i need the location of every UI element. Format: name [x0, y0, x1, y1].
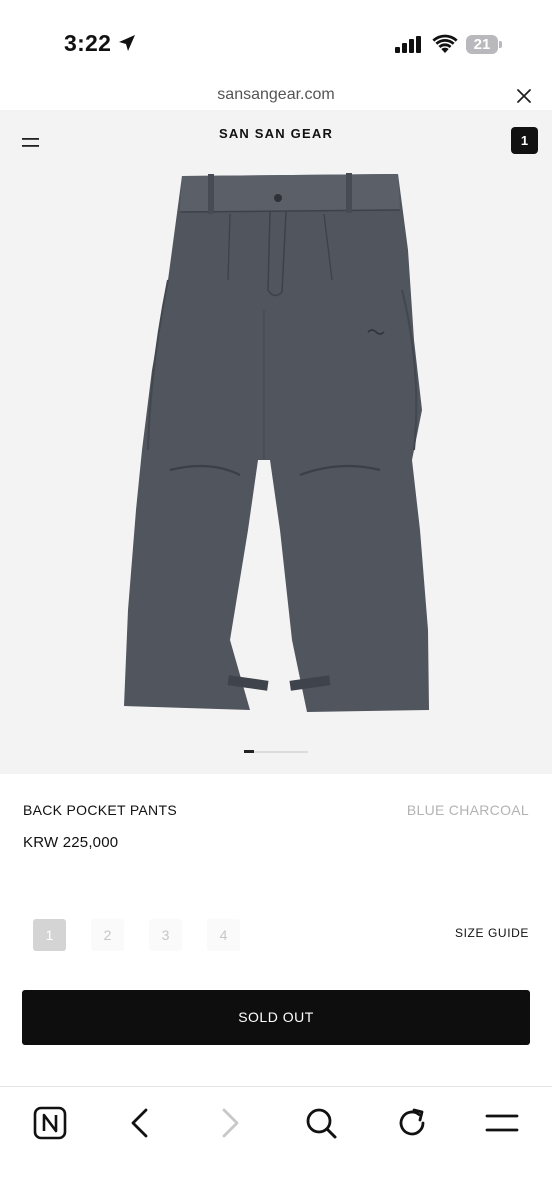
product-image[interactable]	[110, 170, 440, 730]
n-logo-icon[interactable]	[30, 1105, 70, 1141]
battery-level: 21	[473, 36, 491, 53]
status-time: 3:22	[64, 30, 112, 56]
size-guide-link[interactable]: SIZE GUIDE	[455, 926, 529, 940]
location-arrow-icon	[119, 35, 135, 51]
reload-icon[interactable]	[392, 1105, 432, 1141]
size-option-2[interactable]: 2	[91, 919, 124, 951]
battery-icon: 21	[466, 35, 502, 55]
carousel-indicator	[244, 750, 308, 753]
sold-out-button[interactable]: SOLD OUT	[22, 990, 530, 1045]
product-gallery: SAN SAN GEAR 1	[0, 110, 552, 774]
size-option-3[interactable]: 3	[149, 919, 182, 951]
product-color: BLUE CHARCOAL	[406, 802, 529, 818]
search-icon[interactable]	[301, 1105, 341, 1141]
signal-icon	[395, 36, 421, 53]
product-name: BACK POCKET PANTS	[23, 802, 177, 818]
cart-button[interactable]: 1	[511, 127, 538, 154]
browser-toolbar	[0, 1086, 552, 1201]
carousel-active-dot	[244, 750, 254, 753]
menu-icon[interactable]	[482, 1105, 522, 1141]
forward-icon[interactable]	[210, 1105, 250, 1141]
url-bar[interactable]: sansangear.com	[0, 80, 552, 110]
back-icon[interactable]	[120, 1105, 160, 1141]
brand-logo[interactable]: SAN SAN GEAR	[0, 126, 552, 141]
product-price: KRW 225,000	[23, 834, 119, 851]
status-bar: 3:22 21	[0, 0, 552, 80]
size-option-4[interactable]: 4	[207, 919, 240, 951]
wifi-icon	[432, 34, 458, 53]
url-text[interactable]: sansangear.com	[0, 86, 552, 104]
size-option-1[interactable]: 1	[33, 919, 66, 951]
close-icon[interactable]	[514, 86, 534, 106]
